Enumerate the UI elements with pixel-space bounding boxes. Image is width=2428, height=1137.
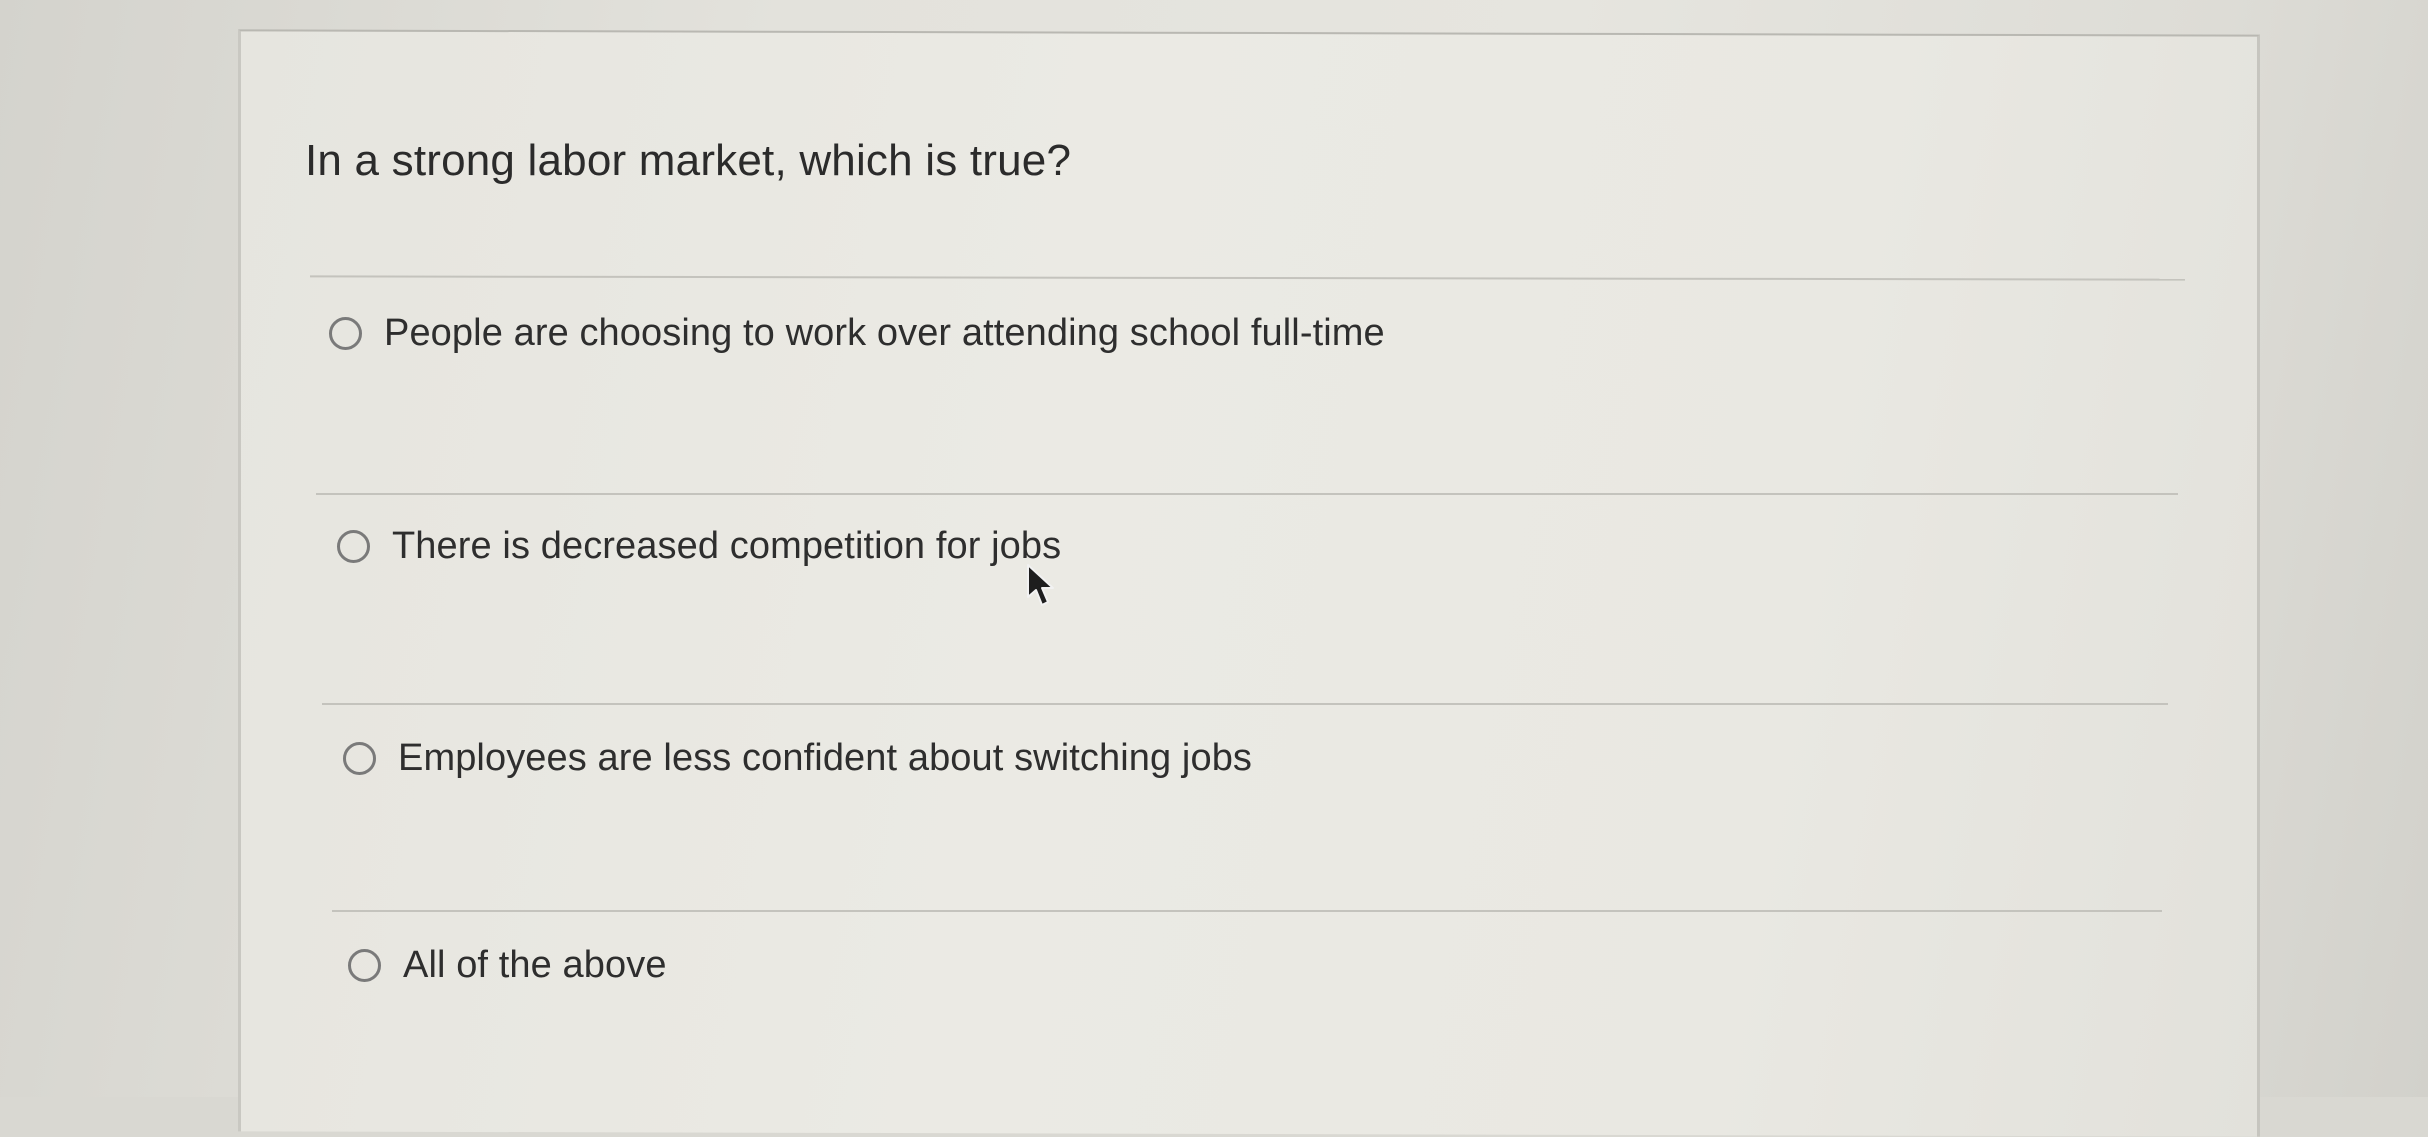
radio-button-icon[interactable] xyxy=(348,949,381,982)
radio-button-icon[interactable] xyxy=(343,742,376,775)
divider xyxy=(332,910,2162,912)
answer-option-2[interactable]: There is decreased competition for jobs xyxy=(337,525,1061,568)
radio-button-icon[interactable] xyxy=(329,317,362,350)
answer-option-3[interactable]: Employees are less confident about switc… xyxy=(343,737,1252,780)
answer-option-4[interactable]: All of the above xyxy=(348,944,667,987)
divider xyxy=(316,493,2178,495)
answer-option-1[interactable]: People are choosing to work over attendi… xyxy=(329,312,1385,355)
divider xyxy=(322,703,2168,705)
question-prompt: In a strong labor market, which is true? xyxy=(305,136,1072,185)
option-label: All of the above xyxy=(403,944,667,986)
option-label: There is decreased competition for jobs xyxy=(392,525,1062,567)
arrow-cursor-icon xyxy=(1027,564,1054,606)
option-label: People are choosing to work over attendi… xyxy=(384,312,1385,354)
radio-button-icon[interactable] xyxy=(337,530,370,563)
screen-background: In a strong labor market, which is true?… xyxy=(0,0,2428,1137)
option-label: Employees are less confident about switc… xyxy=(398,737,1253,779)
